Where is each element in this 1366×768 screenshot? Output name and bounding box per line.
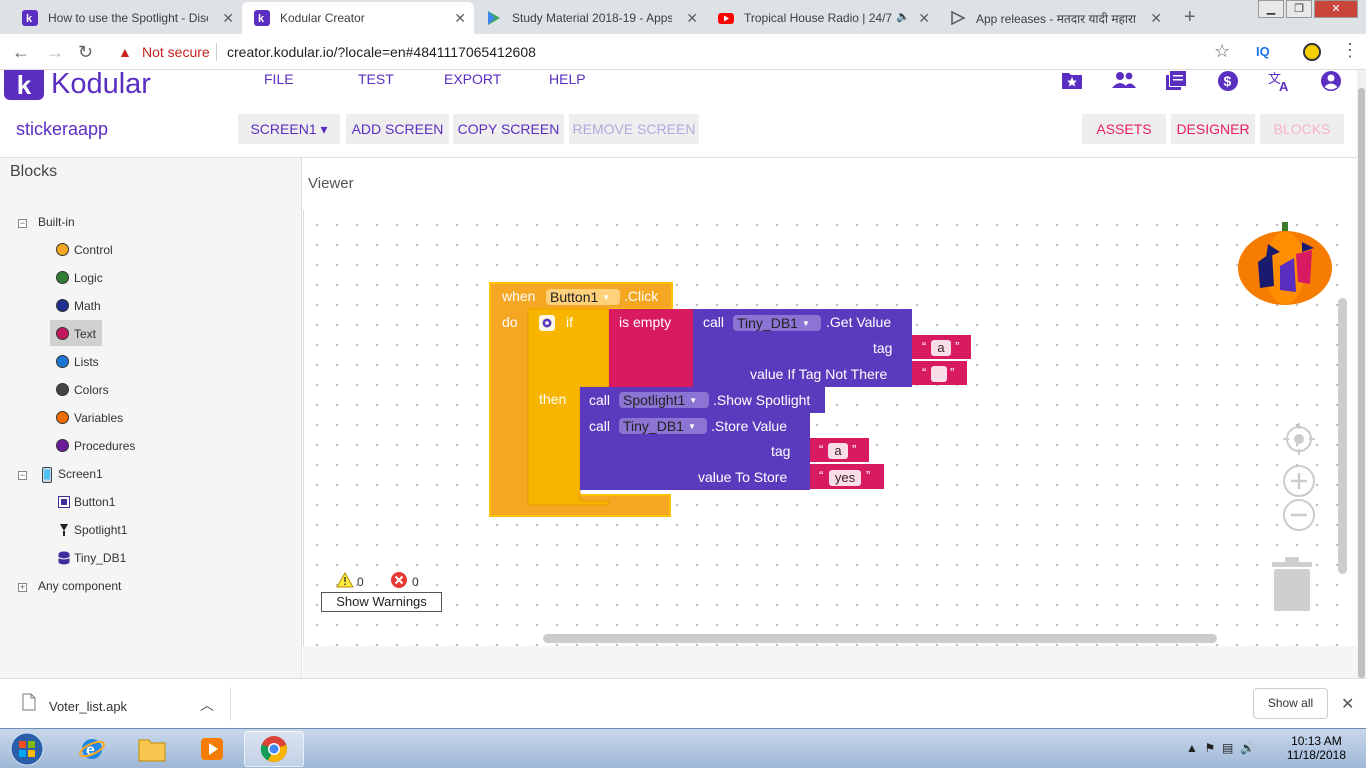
click-label: .Click xyxy=(624,288,659,304)
taskbar-chrome[interactable] xyxy=(244,731,304,767)
open-quote: “ xyxy=(922,339,927,354)
string-value-a2[interactable]: a xyxy=(828,443,848,459)
button1-dropdown[interactable]: Button1 ▼ xyxy=(546,289,620,305)
tinydb1-store-dropdown[interactable]: Tiny_DB1 ▼ xyxy=(619,418,707,434)
value-to-store-label: value To Store xyxy=(698,469,788,485)
string-value-yes[interactable]: yes xyxy=(829,470,861,486)
close-downloads-icon[interactable]: ✕ xyxy=(1341,694,1354,714)
download-filename[interactable]: Voter_list.apk xyxy=(49,699,127,714)
folder-icon xyxy=(138,739,166,762)
horizontal-scrollbar[interactable] xyxy=(543,634,1217,643)
dropdown-caret-icon: ▼ xyxy=(687,422,696,432)
errors-count: 0 xyxy=(412,575,419,589)
button1-dropdown-label: Button1 xyxy=(550,289,599,305)
taskbar-explorer[interactable] xyxy=(122,731,182,767)
system-tray-icons[interactable]: ▲ ⚑ ▤ 🔊 xyxy=(1186,741,1255,755)
open-quote: “ xyxy=(819,468,824,483)
call-label: call xyxy=(703,314,725,330)
blocks-canvas xyxy=(489,282,971,517)
show-spotlight-label: .Show Spotlight xyxy=(713,392,811,408)
spotlight1-dropdown-label: Spotlight1 xyxy=(623,392,686,408)
downloads-bar: Voter_list.apk ︿ Show all ✕ xyxy=(0,678,1366,728)
is-empty-label: is empty xyxy=(619,314,672,330)
zoom-out-icon[interactable] xyxy=(1282,498,1316,532)
vertical-scrollbar[interactable] xyxy=(1338,298,1347,574)
get-value-label: .Get Value xyxy=(826,314,892,330)
clock-date: 11/18/2018 xyxy=(1286,748,1346,762)
tinydb1-dropdown[interactable]: Tiny_DB1 ▼ xyxy=(733,315,821,331)
tinydb1-store-dropdown-label: Tiny_DB1 xyxy=(623,418,684,434)
tag-label: tag xyxy=(771,443,791,459)
close-quote: ” xyxy=(955,339,960,354)
pumpkin-logo-icon xyxy=(1238,222,1332,305)
warning-triangle-icon xyxy=(336,572,354,588)
clock[interactable]: 10:13 AM 11/18/2018 xyxy=(1287,734,1346,762)
chrome-icon xyxy=(260,736,287,762)
error-icon xyxy=(391,572,407,588)
when-label: when xyxy=(502,288,536,304)
start-button-icon[interactable] xyxy=(8,731,46,767)
close-quote: ” xyxy=(852,442,857,457)
page-scrollbar-thumb[interactable] xyxy=(1358,88,1365,678)
string-value-a[interactable]: a xyxy=(931,340,951,356)
tinydb1-dropdown-label: Tiny_DB1 xyxy=(737,315,798,331)
open-quote: “ xyxy=(922,365,927,380)
do-label: do xyxy=(502,314,518,330)
string-value-empty[interactable] xyxy=(931,366,947,382)
tag-label: tag xyxy=(873,340,893,356)
page-scrollbar[interactable] xyxy=(1357,70,1366,678)
then-label: then xyxy=(539,391,567,407)
close-quote: ” xyxy=(950,365,955,380)
show-warnings-button[interactable]: Show Warnings xyxy=(321,592,442,612)
clock-time: 10:13 AM xyxy=(1291,734,1342,748)
divider xyxy=(230,687,231,721)
recenter-icon[interactable] xyxy=(1282,422,1316,456)
zoom-in-icon[interactable] xyxy=(1282,464,1316,498)
spotlight1-dropdown[interactable]: Spotlight1 ▼ xyxy=(619,392,709,408)
warnings-count: 0 xyxy=(357,575,364,589)
chevron-up-icon[interactable]: ︿ xyxy=(200,695,214,715)
show-all-button[interactable]: Show all xyxy=(1253,688,1328,719)
dropdown-caret-icon: ▼ xyxy=(689,396,698,406)
open-quote: “ xyxy=(819,442,824,457)
taskbar-ie[interactable]: e xyxy=(62,731,122,767)
dropdown-caret-icon: ▼ xyxy=(801,319,810,329)
file-icon xyxy=(22,693,36,711)
windows-taskbar: e ▲ ⚑ ▤ 🔊 10:13 AM 11/18/2018 xyxy=(0,728,1366,768)
dropdown-caret-icon: ▼ xyxy=(602,293,611,303)
media-player-icon xyxy=(201,738,223,760)
call-label: call xyxy=(589,392,611,408)
value-if-tag-label: value If Tag Not There xyxy=(750,366,888,382)
call-label: call xyxy=(589,418,611,434)
trash-can-icon[interactable] xyxy=(1270,556,1314,612)
if-label: if xyxy=(566,314,573,330)
close-quote: ” xyxy=(866,468,871,483)
internet-explorer-icon: e xyxy=(79,739,105,759)
store-value-label: .Store Value xyxy=(711,418,788,434)
taskbar-media-player[interactable] xyxy=(182,731,242,767)
